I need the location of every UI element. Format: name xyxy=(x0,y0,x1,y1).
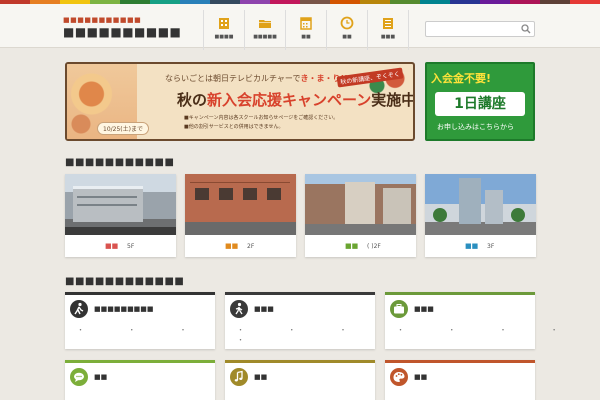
logo-subtitle: ■■■■■■■■■■■ xyxy=(63,16,142,24)
nav-label: ■■ xyxy=(342,34,352,40)
school-floor: ( )2F xyxy=(367,243,381,250)
nav-item-courses[interactable]: ■■■■■ xyxy=(245,10,286,50)
school-photo xyxy=(65,174,176,235)
site-header: ■■■■■■■■■■■ ■■■■■■■■■■ ■■■■ ■■■■■ ■■ ■■ … xyxy=(0,4,600,50)
clock-icon xyxy=(340,16,354,30)
nav-item-time[interactable]: ■■ xyxy=(327,10,368,50)
building-icon xyxy=(219,18,229,29)
category-title: ■■ xyxy=(254,373,268,381)
suitcase-icon xyxy=(390,300,408,318)
school-name: ■■ xyxy=(225,242,239,250)
search-icon[interactable] xyxy=(521,24,531,34)
nav-label: ■■■ xyxy=(380,34,396,40)
category-card[interactable]: ■■■ ・ ・ ・ ・ ・ xyxy=(385,292,600,349)
category-links: ・ ・ ・ ・ ・ xyxy=(397,326,600,334)
no-fee-text: 入会金不要! xyxy=(431,72,492,85)
category-title: ■■■■■■■■■ xyxy=(94,305,154,313)
logo-title: ■■■■■■■■■■ xyxy=(63,25,182,39)
apply-here-text: お申し込みはこちらから xyxy=(437,123,514,131)
school-floor: 5F xyxy=(127,243,135,250)
nav-item-calendar[interactable]: ■■ xyxy=(286,10,327,50)
school-photo xyxy=(425,174,536,235)
category-title: ■■■ xyxy=(254,305,274,313)
global-nav: ■■■■ ■■■■■ ■■ ■■ ■■■ xyxy=(203,10,409,50)
music-note-icon xyxy=(230,368,248,386)
list-icon xyxy=(383,18,393,29)
category-title: ■■ xyxy=(414,373,428,381)
nav-item-schools[interactable]: ■■■■ xyxy=(204,10,245,50)
campaign-banner[interactable]: ならいごとは朝日テレビカルチャーでき・ま・り!! 秋の新講座、ぞくぞく 秋の新入… xyxy=(65,62,415,141)
school-name: ■■ xyxy=(105,242,119,250)
nav-label: ■■■■■ xyxy=(253,34,277,40)
school-name: ■■ xyxy=(345,242,359,250)
category-card[interactable]: ■■■■■■■■■ ・ ・ ・ ・ xyxy=(65,292,238,349)
palette-icon xyxy=(390,368,408,386)
search-input[interactable] xyxy=(426,27,516,42)
school-card[interactable]: ■■ 3F xyxy=(425,174,536,257)
category-card[interactable]: ■■ xyxy=(225,360,375,400)
school-photo xyxy=(185,174,296,235)
schools-heading: ■■■■■■■■■■■ xyxy=(65,157,175,168)
school-caption: ■■ 5F xyxy=(65,235,176,257)
hiking-icon xyxy=(70,300,88,318)
category-card[interactable]: ■■ xyxy=(65,360,215,400)
banner-title: 秋の新入会応援キャンペーン実施中! xyxy=(177,91,415,109)
school-name: ■■ xyxy=(465,242,479,250)
school-caption: ■■ 2F xyxy=(185,235,296,257)
banner-note: ■他の割引サービスとの併用はできません。 xyxy=(184,124,284,130)
categories-heading: ■■■■■■■■■■■■ xyxy=(65,276,185,287)
speech-bubble-icon xyxy=(70,368,88,386)
calendar-icon xyxy=(300,17,312,30)
banner-tagline: ならいごとは朝日テレビカルチャーでき・ま・り!! xyxy=(165,74,348,83)
school-floor: 3F xyxy=(487,243,495,250)
school-caption: ■■ ( )2F xyxy=(305,235,416,257)
one-day-course-banner[interactable]: 入会金不要! 1日講座 お申し込みはこちらから xyxy=(425,62,535,141)
category-title: ■■■ xyxy=(414,305,434,313)
school-caption: ■■ 3F xyxy=(425,235,536,257)
category-title: ■■ xyxy=(94,373,108,381)
search-box xyxy=(425,21,535,42)
school-card[interactable]: ■■ 2F xyxy=(185,174,296,257)
school-photo xyxy=(305,174,416,235)
folder-icon xyxy=(259,20,271,28)
nav-label: ■■ xyxy=(301,34,311,40)
one-day-course-label: 1日講座 xyxy=(435,92,525,116)
category-card[interactable]: ■■ xyxy=(385,360,535,400)
nav-label: ■■■■ xyxy=(214,34,234,40)
school-floor: 2F xyxy=(247,243,255,250)
school-card[interactable]: ■■ ( )2F xyxy=(305,174,416,257)
category-card[interactable]: ■■■ ・ ・ ・ ・ ・ ・ ・ xyxy=(225,292,500,349)
category-links: ・ xyxy=(237,336,244,344)
nav-item-list[interactable]: ■■■ xyxy=(368,10,409,50)
deadline-badge: 10/25(土)まで xyxy=(97,122,149,135)
site-logo[interactable]: ■■■■■■■■■■■ ■■■■■■■■■■ xyxy=(63,16,181,40)
school-card[interactable]: ■■ 5F xyxy=(65,174,176,257)
walking-icon xyxy=(230,300,248,318)
banner-note: ■キャンペーン内容は各スクールお知らせページをご確認ください。 xyxy=(184,115,339,121)
